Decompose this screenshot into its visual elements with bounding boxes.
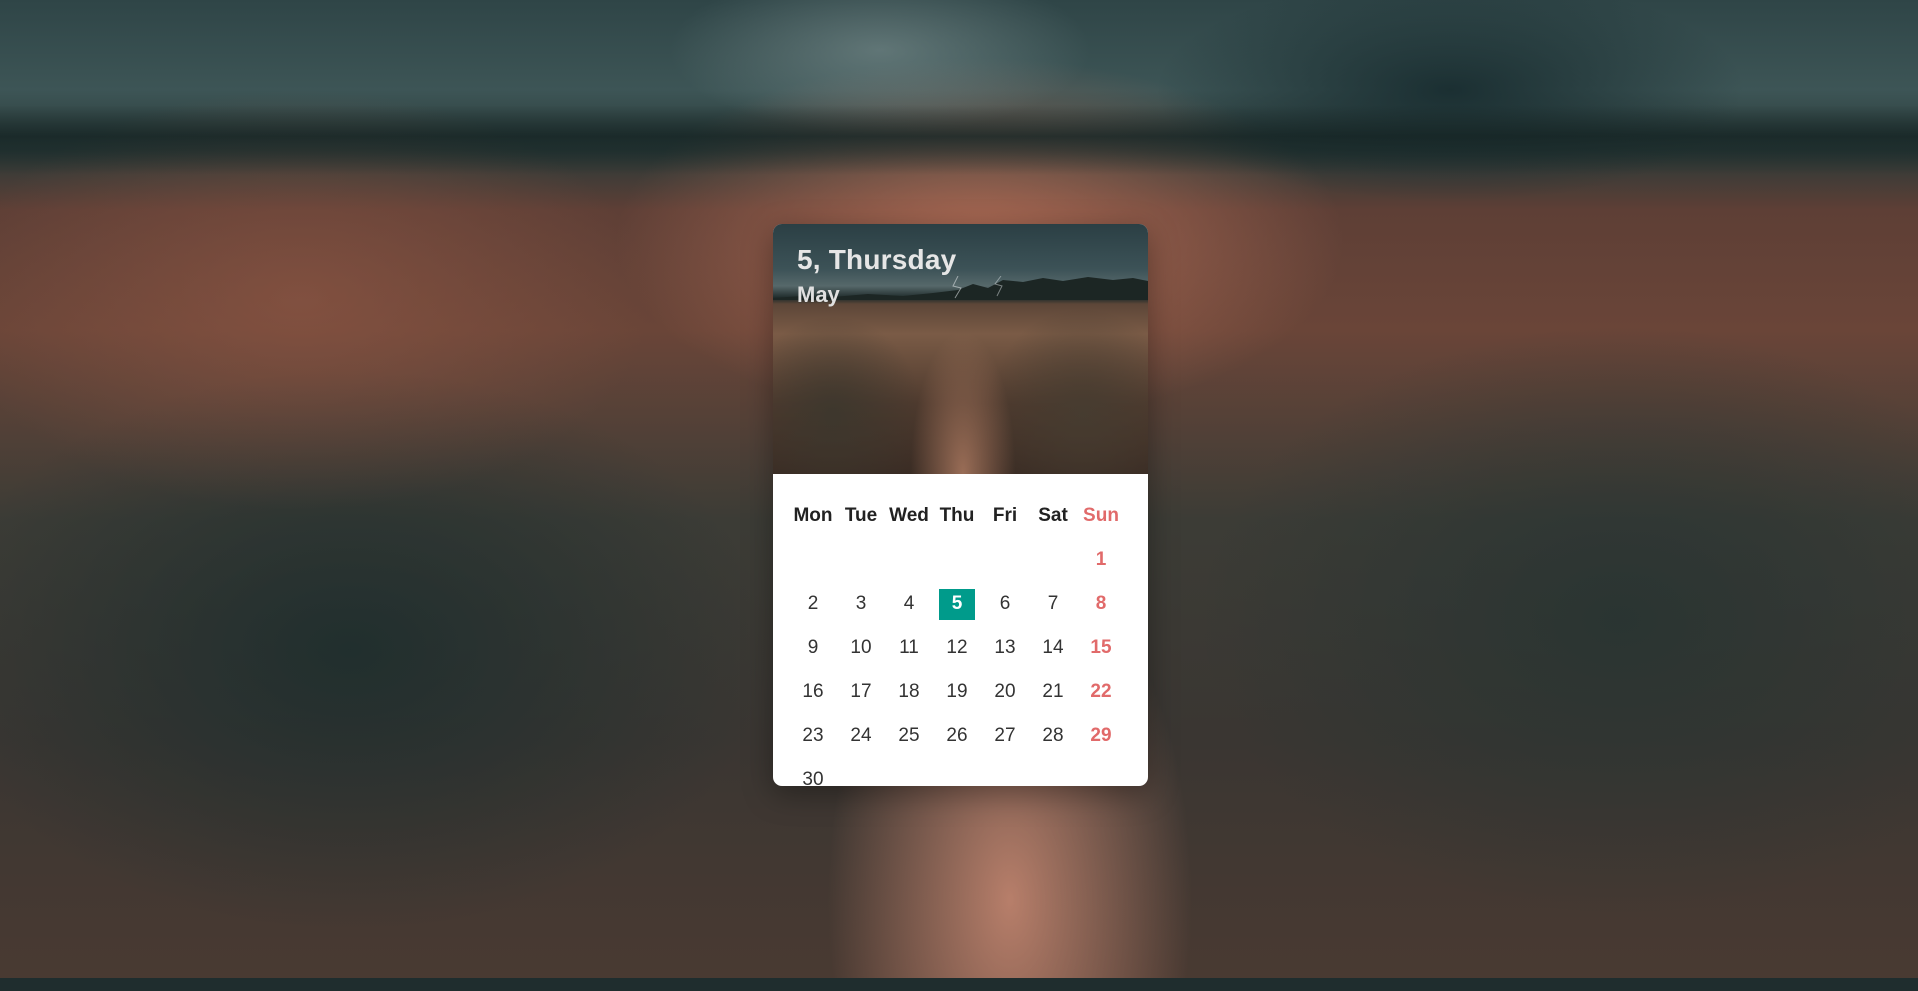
day-cell: [885, 758, 933, 786]
day-cell[interactable]: 12: [933, 626, 981, 670]
day-cell: [981, 538, 1029, 582]
day-cell[interactable]: 26: [933, 714, 981, 758]
day-cell-sunday[interactable]: 29: [1077, 714, 1125, 758]
month-label: May: [797, 282, 840, 307]
day-cell[interactable]: 9: [789, 626, 837, 670]
calendar-card: 5, Thursday May Mon Tue Wed Thu Fri Sat …: [773, 224, 1148, 786]
day-cell: [1029, 538, 1077, 582]
day-cell[interactable]: 4: [885, 582, 933, 626]
day-cell[interactable]: 13: [981, 626, 1029, 670]
day-cell: [933, 538, 981, 582]
weekday-sat: Sat: [1038, 505, 1068, 526]
day-cell[interactable]: 21: [1029, 670, 1077, 714]
day-cell[interactable]: 3: [837, 582, 885, 626]
day-cell[interactable]: 16: [789, 670, 837, 714]
day-cell[interactable]: 18: [885, 670, 933, 714]
week-row: 16 17 18 19 20 21 22: [789, 670, 1139, 714]
day-cell[interactable]: 17: [837, 670, 885, 714]
weekday-wed: Wed: [889, 505, 929, 526]
day-cell[interactable]: 19: [933, 670, 981, 714]
day-cell[interactable]: 2: [789, 582, 837, 626]
day-cell-sunday[interactable]: 22: [1077, 670, 1125, 714]
day-cell-sunday: [1077, 758, 1125, 786]
day-cell: [981, 758, 1029, 786]
day-cell: [789, 538, 837, 582]
day-cell-sunday[interactable]: 8: [1077, 582, 1125, 626]
header-image: 5, Thursday May: [773, 224, 1148, 474]
weekday-header-row: Mon Tue Wed Thu Fri Sat Sun: [789, 494, 1139, 538]
background-treeline: [0, 105, 1918, 175]
day-cell: [837, 538, 885, 582]
day-cell-sunday[interactable]: 15: [1077, 626, 1125, 670]
day-cell[interactable]: 11: [885, 626, 933, 670]
weekday-tue: Tue: [844, 505, 878, 526]
weekday-mon: Mon: [793, 505, 833, 526]
day-cell[interactable]: 24: [837, 714, 885, 758]
day-cell[interactable]: 6: [981, 582, 1029, 626]
weekday-fri: Fri: [992, 505, 1018, 526]
week-row: 9 10 11 12 13 14 15: [789, 626, 1139, 670]
background-bottom-edge: [0, 978, 1918, 991]
day-cell: [933, 758, 981, 786]
day-cell[interactable]: 27: [981, 714, 1029, 758]
week-row: 2 3 4 5 6 7 8: [789, 582, 1139, 626]
week-row: 1: [789, 538, 1139, 582]
week-row: 30: [789, 758, 1139, 786]
day-cell[interactable]: 14: [1029, 626, 1077, 670]
day-cell-today[interactable]: 5: [933, 582, 981, 626]
day-cell[interactable]: 20: [981, 670, 1029, 714]
day-cell: [837, 758, 885, 786]
calendar-grid: Mon Tue Wed Thu Fri Sat Sun 1 2 3 4 5 6 …: [789, 474, 1139, 786]
week-row: 23 24 25 26 27 28 29: [789, 714, 1139, 758]
day-cell-sunday[interactable]: 1: [1077, 538, 1125, 582]
day-cell[interactable]: 7: [1029, 582, 1077, 626]
day-cell[interactable]: 10: [837, 626, 885, 670]
day-cell: [1029, 758, 1077, 786]
day-cell[interactable]: 23: [789, 714, 837, 758]
weekday-sun: Sun: [1083, 505, 1119, 526]
selected-date-title: 5, Thursday: [797, 244, 957, 275]
day-cell[interactable]: 28: [1029, 714, 1077, 758]
today-highlight[interactable]: 5: [939, 588, 975, 620]
day-cell: [885, 538, 933, 582]
day-cell[interactable]: 30: [789, 758, 837, 786]
day-cell[interactable]: 25: [885, 714, 933, 758]
weekday-thu: Thu: [939, 505, 975, 526]
